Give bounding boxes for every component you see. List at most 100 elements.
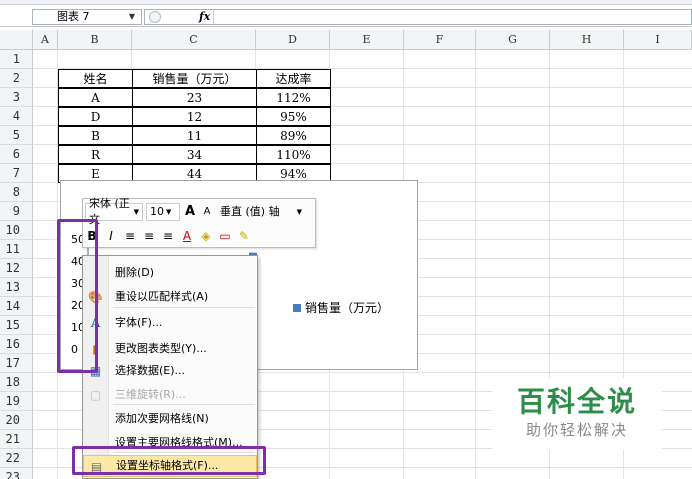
table-cell[interactable]: 110% <box>256 145 331 164</box>
row-header-23[interactable]: 23 <box>0 468 33 479</box>
row-header-19[interactable]: 19 <box>0 392 33 411</box>
chart-element-combo[interactable]: 垂直 (值) 轴 ▼ <box>217 203 305 221</box>
table-cell[interactable]: 23 <box>132 88 257 107</box>
legend-swatch <box>293 304 301 312</box>
cancel-icon[interactable] <box>149 11 161 23</box>
table-cell[interactable]: R <box>58 145 133 164</box>
row-header-9[interactable]: 9 <box>0 202 33 221</box>
row-header-21[interactable]: 21 <box>0 430 33 449</box>
menu-item-label: 三维旋转(R)... <box>115 388 186 401</box>
row-header-20[interactable]: 20 <box>0 411 33 430</box>
align-center-icon[interactable]: ≡ <box>142 227 156 245</box>
format-painter-icon[interactable]: ✎ <box>237 227 251 245</box>
menu-separator <box>113 307 255 308</box>
menu-highlight-box <box>72 446 266 475</box>
table-cell[interactable]: 89% <box>256 126 331 145</box>
italic-button[interactable]: I <box>104 227 118 245</box>
legend-label: 销售量（万元） <box>305 301 390 315</box>
chevron-down-icon[interactable]: ▼ <box>297 204 302 220</box>
table-cell[interactable]: B <box>58 126 133 145</box>
table-cell[interactable]: 12 <box>132 107 257 126</box>
row-header-10[interactable]: 10 <box>0 221 33 240</box>
formula-input[interactable] <box>213 10 691 24</box>
menu-item-0[interactable]: 删除(D) <box>83 262 257 284</box>
menu-item-4[interactable]: ▦ 选择数据(E)... <box>83 360 257 382</box>
align-right-icon[interactable]: ≡ <box>161 227 175 245</box>
menu-item-label: 添加次要网格线(N) <box>115 412 209 425</box>
watermark-title: 百科全说 <box>516 385 637 418</box>
table-cell[interactable]: 11 <box>132 126 257 145</box>
insert-function-icon[interactable]: fx <box>199 10 210 23</box>
column-header-d[interactable]: D <box>256 30 330 50</box>
menu-item-label: 删除(D) <box>115 266 155 279</box>
row-header-14[interactable]: 14 <box>0 297 33 316</box>
font-size-combo[interactable]: 10 ▼ <box>146 203 180 221</box>
row-header-6[interactable]: 6 <box>0 145 33 164</box>
menu-item-3[interactable]: ▮ 更改图表类型(Y)... <box>83 338 257 360</box>
row-header-1[interactable]: 1 <box>0 50 33 69</box>
column-header-c[interactable]: C <box>132 30 256 50</box>
table-header-cell[interactable]: 姓名 <box>58 69 133 88</box>
gridline-vertical <box>475 50 476 479</box>
chart-legend[interactable]: 销售量（万元） <box>293 299 389 316</box>
row-header-2[interactable]: 2 <box>0 69 33 88</box>
menu-item-1[interactable]: 🎨 重设以匹配样式(A) <box>83 286 257 308</box>
row-header-15[interactable]: 15 <box>0 316 33 335</box>
table-cell[interactable]: A <box>58 88 133 107</box>
row-header-18[interactable]: 18 <box>0 373 33 392</box>
formula-area: fx <box>144 9 692 25</box>
menu-item-label: 字体(F)... <box>115 316 163 329</box>
line-color-icon[interactable]: ▭ <box>218 227 232 245</box>
column-header-i[interactable]: I <box>624 30 692 50</box>
row-header-12[interactable]: 12 <box>0 259 33 278</box>
menu-item-label: 选择数据(E)... <box>115 364 186 377</box>
menu-item-5: ▢ 三维旋转(R)... <box>83 384 257 406</box>
column-header-f[interactable]: F <box>404 30 476 50</box>
font-color-icon[interactable]: A <box>180 227 194 245</box>
name-box[interactable]: 图表 7 ▼ <box>32 9 142 25</box>
row-header-17[interactable]: 17 <box>0 354 33 373</box>
table-cell[interactable]: D <box>58 107 133 126</box>
menu-item-6[interactable]: 添加次要网格线(N) <box>83 408 257 430</box>
table-cell[interactable]: 112% <box>256 88 331 107</box>
column-header-h[interactable]: H <box>550 30 624 50</box>
row-header-5[interactable]: 5 <box>0 126 33 145</box>
column-header-g[interactable]: G <box>476 30 550 50</box>
formula-bar: 图表 7 ▼ fx <box>0 0 692 27</box>
watermark-subtitle: 助你轻松解决 <box>525 421 628 439</box>
select-all-corner[interactable] <box>0 30 33 50</box>
table-cell[interactable]: 95% <box>256 107 331 126</box>
align-left-icon[interactable]: ≡ <box>123 227 137 245</box>
chart-element-value: 垂直 (值) 轴 <box>220 205 280 218</box>
name-box-value: 图表 7 <box>57 10 90 23</box>
row-header-3[interactable]: 3 <box>0 88 33 107</box>
row-header-11[interactable]: 11 <box>0 240 33 259</box>
row-header-8[interactable]: 8 <box>0 183 33 202</box>
column-header-b[interactable]: B <box>58 30 132 50</box>
menu-separator <box>113 404 255 405</box>
row-header-16[interactable]: 16 <box>0 335 33 354</box>
row-header-7[interactable]: 7 <box>0 164 33 183</box>
table-header-cell[interactable]: 销售量（万元） <box>132 69 257 88</box>
row-header-13[interactable]: 13 <box>0 278 33 297</box>
row-header-22[interactable]: 22 <box>0 449 33 468</box>
menu-item-label: 更改图表类型(Y)... <box>115 342 207 355</box>
row-header-4[interactable]: 4 <box>0 107 33 126</box>
grow-font-button[interactable]: A <box>183 203 197 221</box>
column-header-a[interactable]: A <box>33 30 58 50</box>
mini-toolbar: 宋体 (正文 ▼ 10 ▼ AA 垂直 (值) 轴 ▼ B I ≡ ≡ ≡ A ◈ ▭… <box>82 197 316 248</box>
chevron-down-icon[interactable]: ▼ <box>129 10 135 24</box>
table-header-cell[interactable]: 达成率 <box>256 69 331 88</box>
menu-item-2[interactable]: A 字体(F)... <box>83 312 257 334</box>
ribbon-edge <box>0 0 692 5</box>
fill-color-icon[interactable]: ◈ <box>199 227 213 245</box>
watermark: 百科全说 助你轻松解决 <box>492 378 662 450</box>
table-cell[interactable]: 34 <box>132 145 257 164</box>
column-header-e[interactable]: E <box>330 30 404 50</box>
shrink-font-button[interactable]: A <box>200 203 214 221</box>
chevron-down-icon[interactable]: ▼ <box>166 204 171 220</box>
menu-item-label: 重设以匹配样式(A) <box>115 290 209 303</box>
axis-highlight-box <box>57 219 98 373</box>
chevron-down-icon[interactable]: ▼ <box>134 204 139 220</box>
rotate-3d-icon: ▢ <box>89 388 102 402</box>
